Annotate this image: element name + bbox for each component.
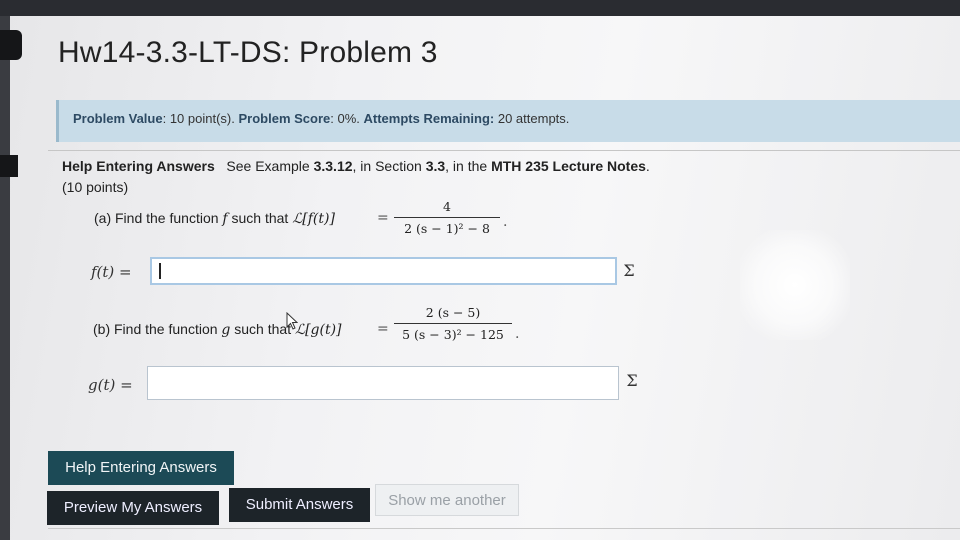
part-b-such-that: such that xyxy=(234,321,292,337)
help-entering-answers-link[interactable]: Help Entering Answers xyxy=(62,158,215,174)
part-a-question: (a) Find the function f such that ℒ[f(t)… xyxy=(94,210,335,227)
sidebar-marker xyxy=(0,155,18,177)
problem-score-label: Problem Score xyxy=(238,111,331,126)
part-b-denominator: 5 (s − 3)² − 125 xyxy=(402,327,504,342)
problem-value-label: Problem Value xyxy=(73,111,163,126)
part-b-answer-input[interactable] xyxy=(147,366,619,400)
window-left-edge xyxy=(0,16,10,540)
browser-screen: Hw14-3.3-LT-DS: Problem 3 Problem Value:… xyxy=(0,0,960,540)
preview-answers-button[interactable]: Preview My Answers xyxy=(47,491,219,525)
part-a-transform: ℒ[f(t)] xyxy=(292,211,335,227)
page-title: Hw14-3.3-LT-DS: Problem 3 xyxy=(58,36,438,69)
part-a-equation-editor-icon[interactable]: Σ xyxy=(614,256,644,286)
part-a-variable: f xyxy=(222,211,228,227)
part-a-equals: = xyxy=(377,210,389,226)
part-a-period: . xyxy=(503,214,508,230)
problem-score: : 0%. xyxy=(330,111,360,126)
example-number: 3.3.12 xyxy=(313,158,353,174)
submit-answers-button[interactable]: Submit Answers xyxy=(229,488,370,522)
help-in-section-text: , in Section xyxy=(352,158,422,174)
problem-info-line: Problem Value: 10 point(s). Problem Scor… xyxy=(73,111,569,126)
problem-value: : 10 point(s). xyxy=(162,111,235,126)
part-b-fraction: 2 (s − 5) 5 (s − 3)² − 125 xyxy=(394,305,512,342)
help-period: . xyxy=(645,158,650,174)
problem-info-box: Problem Value: 10 point(s). Problem Scor… xyxy=(56,100,960,142)
lecture-notes-name: MTH 235 Lecture Notes xyxy=(491,158,646,174)
part-b-prefix: (b) Find the function xyxy=(93,321,218,337)
part-b-question: (b) Find the function g such that ℒ[g(t)… xyxy=(93,321,342,338)
help-line: Help Entering Answers See Example 3.3.12… xyxy=(62,158,650,174)
divider xyxy=(48,150,960,151)
help-entering-answers-button[interactable]: Help Entering Answers xyxy=(48,451,234,485)
part-a-answer-label: f(t) = xyxy=(91,263,132,281)
help-see-text: See Example xyxy=(226,158,310,174)
part-b-period: . xyxy=(515,326,520,342)
part-b-equals: = xyxy=(377,321,389,337)
part-a-numerator: 4 xyxy=(443,199,451,214)
text-caret xyxy=(159,263,161,279)
mouse-pointer-icon xyxy=(286,312,298,330)
part-b-numerator: 2 (s − 5) xyxy=(425,305,481,320)
problem-points: (10 points) xyxy=(62,179,129,195)
part-a-such-that: such that xyxy=(231,210,289,226)
window-top-bar xyxy=(0,0,960,16)
part-a-answer-input[interactable] xyxy=(150,257,617,285)
part-a-denominator: 2 (s − 1)² − 8 xyxy=(404,221,490,236)
show-another-button[interactable]: Show me another xyxy=(375,484,519,516)
part-b-variable: g xyxy=(221,322,231,338)
attempts-remaining-label: Attempts Remaining: xyxy=(363,111,495,126)
sidebar-toggle-tab[interactable] xyxy=(0,30,22,60)
part-b-transform: ℒ[g(t)] xyxy=(294,322,342,338)
part-b-answer-label: g(t) = xyxy=(88,376,133,394)
part-b-equation-editor-icon[interactable]: Σ xyxy=(617,366,647,396)
screen-glare xyxy=(740,230,850,340)
help-in-the-text: , in the xyxy=(445,158,488,174)
attempts-remaining-value: 20 attempts. xyxy=(497,111,570,126)
bottom-divider xyxy=(48,528,960,529)
part-a-prefix: (a) Find the function xyxy=(94,210,219,226)
part-a-fraction: 4 2 (s − 1)² − 8 xyxy=(394,199,500,236)
section-number: 3.3 xyxy=(425,158,446,174)
